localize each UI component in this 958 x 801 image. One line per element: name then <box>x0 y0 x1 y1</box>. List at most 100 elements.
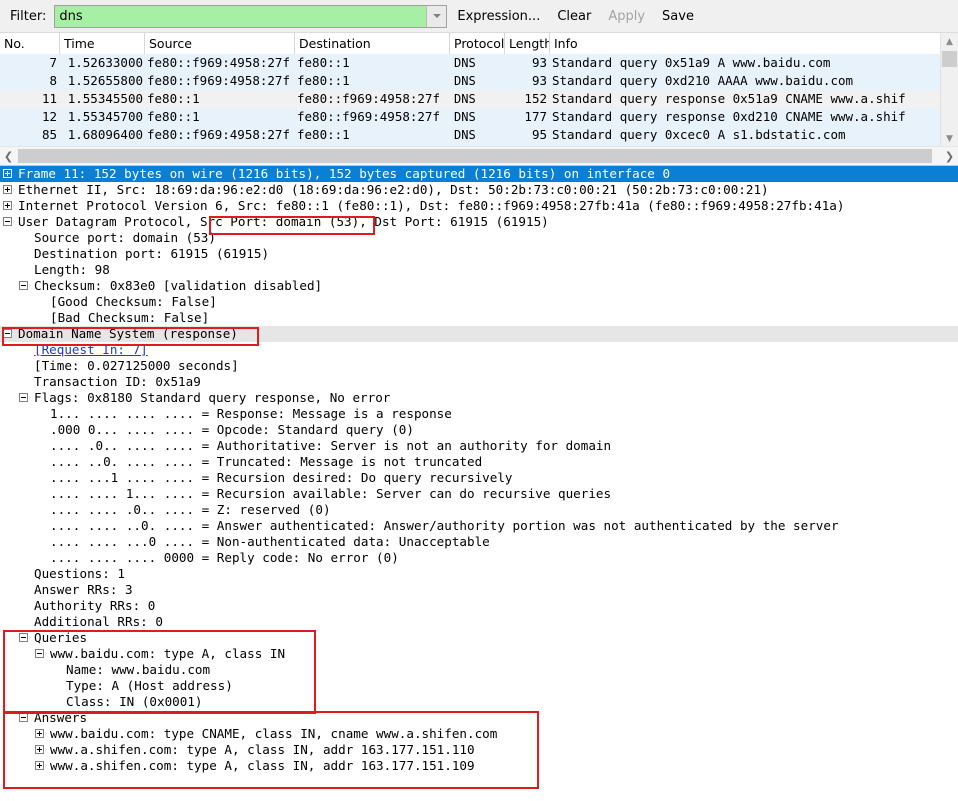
tree-gap <box>35 422 50 438</box>
column-header-no[interactable]: No. <box>0 33 60 54</box>
tree-collapse-icon[interactable] <box>19 713 28 722</box>
chevron-down-icon <box>433 14 442 18</box>
tree-expand-icon[interactable] <box>3 185 12 194</box>
detail-tree-row[interactable]: Length: 98 <box>0 262 958 278</box>
detail-tree-label: .... .0.. .... .... = Authoritative: Ser… <box>50 438 612 453</box>
clear-button[interactable]: Clear <box>550 7 598 26</box>
detail-tree-row[interactable]: [Bad Checksum: False] <box>0 310 958 326</box>
packet-cell-info: Standard query 0xd210 AAAA www.baidu.com <box>552 73 854 88</box>
detail-tree-row[interactable]: Internet Protocol Version 6, Src: fe80::… <box>0 198 958 214</box>
detail-tree-row[interactable]: .000 0... .... .... = Opcode: Standard q… <box>0 422 958 438</box>
detail-tree-row[interactable]: .... .... .... 0000 = Reply code: No err… <box>0 550 958 566</box>
tree-gap <box>51 694 66 710</box>
detail-tree-row[interactable]: Answer RRs: 3 <box>0 582 958 598</box>
packet-list-rows[interactable]: 7 1.52633000 fe80::f969:4958:27f fe80::1 DNS… <box>0 54 941 147</box>
column-header-destination[interactable]: Destination <box>295 33 450 54</box>
chevron-left-icon[interactable]: ❮ <box>0 147 17 165</box>
detail-tree-row[interactable]: .... .... .0.. .... = Z: reserved (0) <box>0 502 958 518</box>
detail-tree-label: Domain Name System (response) <box>18 326 238 341</box>
detail-tree-row[interactable]: .... ...1 .... .... = Recursion desired:… <box>0 470 958 486</box>
chevron-down-icon[interactable]: ▼ <box>941 130 958 147</box>
packet-cell-protocol: DNS <box>454 92 476 106</box>
packet-cell-source: fe80::f969:4958:27f <box>147 127 290 142</box>
detail-tree-row[interactable]: .... .... 1... .... = Recursion availabl… <box>0 486 958 502</box>
column-header-info[interactable]: Info <box>550 33 941 54</box>
horizontal-scroll-thumb[interactable] <box>18 149 932 163</box>
detail-tree-row[interactable]: Transaction ID: 0x51a9 <box>0 374 958 390</box>
tree-collapse-icon[interactable] <box>3 329 12 338</box>
detail-tree-row[interactable]: Answers <box>0 710 958 726</box>
detail-tree-row[interactable]: www.baidu.com: type A, class IN <box>0 646 958 662</box>
apply-button[interactable]: Apply <box>601 7 652 26</box>
tree-collapse-icon[interactable] <box>19 633 28 642</box>
detail-tree-row[interactable]: .... .... ...0 .... = Non-authenticated … <box>0 534 958 550</box>
tree-collapse-icon[interactable] <box>19 281 28 290</box>
tree-expand-icon[interactable] <box>35 729 44 738</box>
detail-tree-label: Internet Protocol Version 6, Src: fe80::… <box>18 198 845 213</box>
packet-detail-pane[interactable]: Frame 11: 152 bytes on wire (1216 bits),… <box>0 166 958 801</box>
column-header-time[interactable]: Time <box>60 33 145 54</box>
detail-tree-row[interactable]: Flags: 0x8180 Standard query response, N… <box>0 390 958 406</box>
expression-button[interactable]: Expression... <box>450 7 547 26</box>
detail-tree-row[interactable]: [Good Checksum: False] <box>0 294 958 310</box>
detail-tree-label: Destination port: 61915 (61915) <box>34 246 270 261</box>
detail-tree-row[interactable]: www.baidu.com: type CNAME, class IN, cna… <box>0 726 958 742</box>
detail-tree-row[interactable]: [Request In: 7] <box>0 342 958 358</box>
detail-tree-label[interactable]: [Request In: 7] <box>34 342 148 358</box>
packet-row[interactable]: 12 1.55345700 fe80::1 fe80::f969:4958:27f DN… <box>0 108 941 126</box>
detail-tree-row[interactable]: .... .... ..0. .... = Answer authenticat… <box>0 518 958 534</box>
tree-expand-icon[interactable] <box>3 169 12 178</box>
save-button[interactable]: Save <box>655 7 701 26</box>
detail-tree-row[interactable]: Type: A (Host address) <box>0 678 958 694</box>
column-header-source[interactable]: Source <box>145 33 295 54</box>
filter-input[interactable] <box>55 5 427 27</box>
detail-tree-row[interactable]: Name: www.baidu.com <box>0 662 958 678</box>
detail-tree-row[interactable]: Frame 11: 152 bytes on wire (1216 bits),… <box>0 166 958 182</box>
chevron-up-icon[interactable]: ▲ <box>941 33 958 50</box>
detail-tree-row[interactable]: Queries <box>0 630 958 646</box>
detail-tree-row[interactable]: Destination port: 61915 (61915) <box>0 246 958 262</box>
tree-expand-icon[interactable] <box>3 201 12 210</box>
detail-tree-row[interactable]: [Time: 0.027125000 seconds] <box>0 358 958 374</box>
tree-expand-icon[interactable] <box>35 761 44 770</box>
column-header-length[interactable]: Length <box>505 33 550 54</box>
detail-tree-row[interactable]: Domain Name System (response) <box>0 326 958 342</box>
detail-tree-label: .... ..0. .... .... = Truncated: Message… <box>50 454 483 469</box>
detail-tree-row[interactable]: www.a.shifen.com: type A, class IN, addr… <box>0 742 958 758</box>
detail-tree-row[interactable]: Authority RRs: 0 <box>0 598 958 614</box>
filter-combobox[interactable] <box>54 4 448 28</box>
detail-tree-row[interactable]: .... ..0. .... .... = Truncated: Message… <box>0 454 958 470</box>
vertical-scroll-thumb[interactable] <box>942 51 957 67</box>
packet-list-horizontal-scrollbar[interactable]: ❮ ❯ <box>0 146 958 165</box>
detail-tree-row[interactable]: .... .0.. .... .... = Authoritative: Ser… <box>0 438 958 454</box>
packet-row[interactable]: 7 1.52633000 fe80::f969:4958:27f fe80::1 DNS… <box>0 54 941 72</box>
detail-tree-row[interactable]: www.a.shifen.com: type A, class IN, addr… <box>0 758 958 774</box>
detail-tree-row[interactable]: Checksum: 0x83e0 [validation disabled] <box>0 278 958 294</box>
detail-tree-row[interactable]: Ethernet II, Src: 18:69:da:96:e2:d0 (18:… <box>0 182 958 198</box>
detail-tree-row[interactable]: Additional RRs: 0 <box>0 614 958 630</box>
packet-cell-destination: fe80::f969:4958:27f <box>297 109 440 124</box>
detail-tree-row[interactable]: Questions: 1 <box>0 566 958 582</box>
detail-tree-row[interactable]: Source port: domain (53) <box>0 230 958 246</box>
packet-list-vertical-scrollbar[interactable]: ▲ ▼ <box>940 33 958 147</box>
filter-dropdown-button[interactable] <box>426 5 447 27</box>
tree-collapse-icon[interactable] <box>35 649 44 658</box>
tree-collapse-icon[interactable] <box>19 393 28 402</box>
detail-tree-row[interactable]: User Datagram Protocol, Src Port: domain… <box>0 214 958 230</box>
packet-cell-no: 85 <box>41 127 57 142</box>
column-header-protocol[interactable]: Protocol <box>450 33 505 54</box>
detail-tree-row[interactable]: Class: IN (0x0001) <box>0 694 958 710</box>
packet-row[interactable]: 8 1.52655800 fe80::f969:4958:27f fe80::1 DNS… <box>0 72 941 90</box>
tree-expand-icon[interactable] <box>35 745 44 754</box>
tree-collapse-icon[interactable] <box>3 217 12 226</box>
chevron-right-icon[interactable]: ❯ <box>941 147 958 165</box>
packet-row[interactable]: 85 1.68096400 fe80::f969:4958:27f fe80::1 DN… <box>0 126 941 144</box>
detail-tree-label: User Datagram Protocol, Src Port: domain… <box>18 214 549 229</box>
packet-row[interactable]: 11 1.55345500 fe80::1 fe80::f969:4958:27f DN… <box>0 90 941 108</box>
detail-tree-row[interactable]: 1... .... .... .... = Response: Message … <box>0 406 958 422</box>
